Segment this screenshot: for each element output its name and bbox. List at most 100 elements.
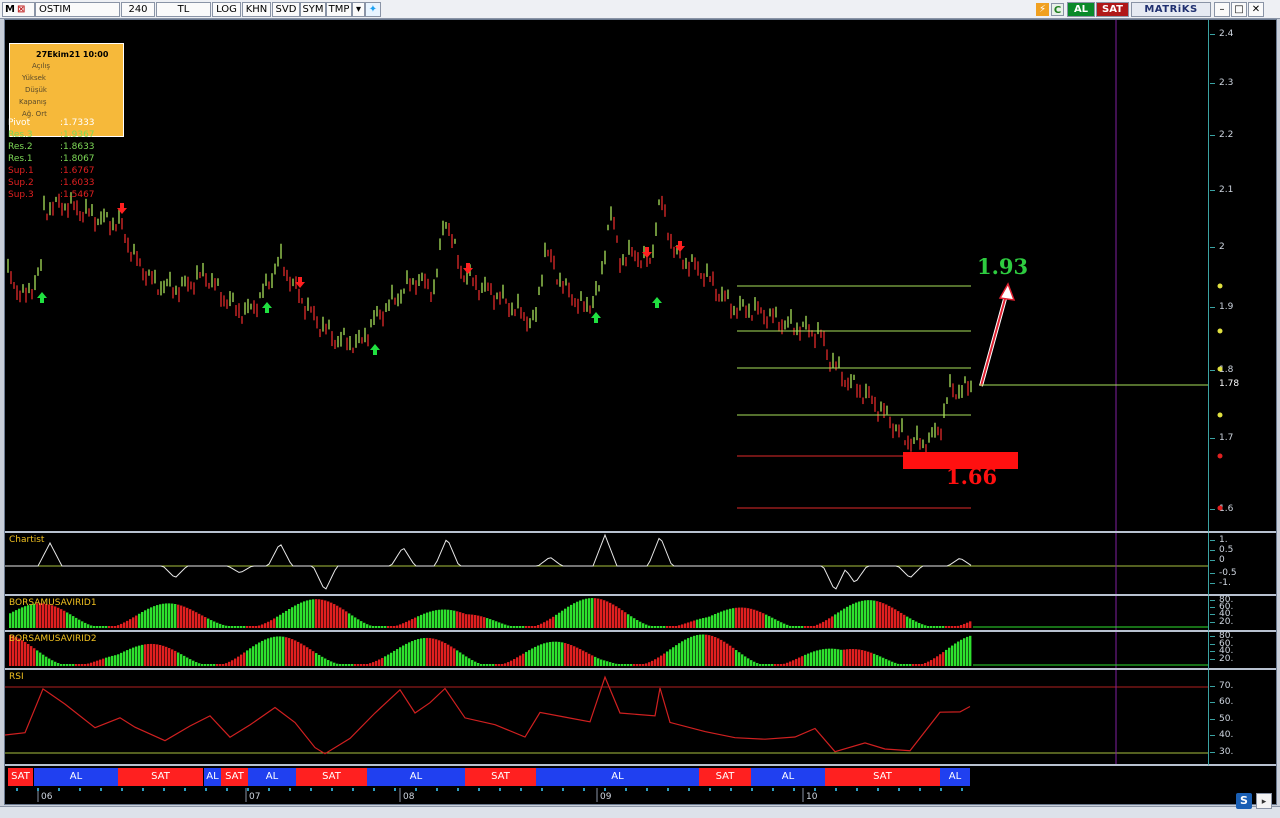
histogram-bar xyxy=(39,652,42,666)
symbol-input[interactable]: OSTIM xyxy=(35,2,120,17)
histogram-bar xyxy=(264,623,267,628)
borsamusavirid1-panel[interactable]: BORSAMUSAVIRID1 xyxy=(5,596,1208,632)
histogram-bar xyxy=(93,626,96,628)
price-axis[interactable]: 2.4 2.3 2.2 2.1 2 1.9 1.8 1.7 1.6 1.78 xyxy=(1208,20,1276,533)
histogram-bar xyxy=(324,658,327,666)
refresh-icon[interactable]: C xyxy=(1051,3,1064,16)
price-panel[interactable]: 1.93 1.66 27Ekim21 10:00 Açılış Yüksek D… xyxy=(5,20,1208,533)
sync-icon[interactable]: S xyxy=(1236,793,1252,809)
rsi-panel[interactable]: RSI xyxy=(5,670,1208,766)
histogram-bar xyxy=(591,598,594,628)
khn-button[interactable]: KHN xyxy=(242,2,271,17)
sat-signal-segment: SAT xyxy=(465,768,536,786)
histogram-bar xyxy=(666,651,669,666)
chartist-line xyxy=(5,533,972,590)
histogram-bar xyxy=(861,650,864,666)
sat-signal-segment: SAT xyxy=(296,768,367,786)
histogram-bar xyxy=(531,626,534,628)
histogram-bar xyxy=(432,638,435,666)
log-button[interactable]: LOG xyxy=(212,2,241,17)
pivot-levels xyxy=(737,285,971,509)
histogram-bar xyxy=(291,607,294,628)
histogram-bar xyxy=(30,646,33,666)
histogram-bar xyxy=(936,656,939,666)
histogram-bar xyxy=(963,638,966,666)
histogram-bar xyxy=(561,610,564,628)
histogram-bar xyxy=(351,664,354,666)
histogram-bar xyxy=(636,664,639,666)
histogram-bar xyxy=(708,635,711,666)
histogram-bar xyxy=(63,664,66,666)
logo-button[interactable]: M ⊠ xyxy=(2,2,35,17)
histogram-bar xyxy=(795,626,798,628)
histogram-bar xyxy=(504,663,507,666)
histogram-bar xyxy=(477,663,480,666)
histogram-bar xyxy=(141,644,144,666)
histogram-bar xyxy=(702,634,705,666)
axis-tick-label: 30. xyxy=(1209,747,1234,757)
histogram-bar xyxy=(378,626,381,628)
histogram-bar xyxy=(849,605,852,628)
histogram-bar xyxy=(105,626,108,628)
histogram-bar xyxy=(858,649,861,666)
histogram-bar xyxy=(21,607,24,628)
histogram-bar xyxy=(441,609,444,628)
tmp-button[interactable]: TMP xyxy=(326,2,352,17)
svd-button[interactable]: SVD xyxy=(272,2,300,17)
sat-button[interactable]: SAT xyxy=(1096,2,1129,17)
borsamusavirid2-panel[interactable]: BORSAMUSAVIRID2 xyxy=(5,632,1208,670)
histogram-bar xyxy=(474,661,477,666)
histogram-bar xyxy=(204,664,207,666)
minimize-button[interactable]: – xyxy=(1214,2,1230,17)
histogram-bar xyxy=(765,614,768,628)
histogram-bar xyxy=(639,621,642,628)
histogram-bar xyxy=(348,664,351,666)
histogram-bar xyxy=(579,600,582,628)
histogram-bar xyxy=(627,614,630,628)
histogram-bar xyxy=(768,616,771,628)
histogram-bar xyxy=(582,650,585,666)
twitter-icon[interactable]: ✦ xyxy=(365,2,381,17)
histogram-bar xyxy=(879,602,882,628)
histogram-bar xyxy=(204,617,207,628)
currency-select[interactable]: TL xyxy=(156,2,211,17)
chartist-panel[interactable]: Chartist xyxy=(5,533,1208,596)
flash-icon[interactable]: ⚡ xyxy=(1036,3,1049,16)
histogram-bar xyxy=(384,626,387,628)
histogram-bar xyxy=(654,626,657,628)
histogram-bar xyxy=(516,626,519,628)
histogram-bar xyxy=(210,620,213,628)
histogram-bar xyxy=(777,664,780,666)
histogram-bar xyxy=(951,645,954,666)
histogram-bar xyxy=(846,606,849,628)
histogram-bar xyxy=(606,601,609,628)
buy-arrow-icon xyxy=(591,312,601,323)
al-sat-signal-strip: SAT AL SAT AL SAT AL SAT AL SAT AL SAT AL SAT AL xyxy=(5,766,1276,788)
histogram-bar xyxy=(741,607,744,628)
period-select[interactable]: 240 xyxy=(121,2,155,17)
histogram-bar xyxy=(525,651,528,666)
histogram-bar xyxy=(138,613,141,628)
sym-button[interactable]: SYM xyxy=(300,2,326,17)
al-button[interactable]: AL xyxy=(1067,2,1095,17)
histogram-bar xyxy=(162,603,165,628)
histogram-bar xyxy=(729,608,732,628)
histogram-bar xyxy=(69,664,72,666)
histogram-bar xyxy=(321,599,324,628)
histogram-bar xyxy=(279,636,282,666)
histogram-bar xyxy=(195,612,198,628)
scroll-right-icon[interactable]: ▸ xyxy=(1256,793,1272,809)
histogram-bar xyxy=(696,619,699,628)
histogram-bar xyxy=(837,649,840,666)
histogram-bar xyxy=(459,652,462,666)
maximize-button[interactable]: □ xyxy=(1231,2,1247,17)
histogram-bar xyxy=(963,623,966,628)
close-button[interactable]: ✕ xyxy=(1248,2,1264,17)
histogram-bar xyxy=(438,640,441,666)
histogram-bar xyxy=(663,653,666,666)
dropdown-icon[interactable]: ▾ xyxy=(352,2,365,17)
histogram-bar xyxy=(624,664,627,666)
histogram-bar xyxy=(54,606,57,628)
histogram-bar xyxy=(396,625,399,628)
histogram-bar xyxy=(198,663,201,666)
